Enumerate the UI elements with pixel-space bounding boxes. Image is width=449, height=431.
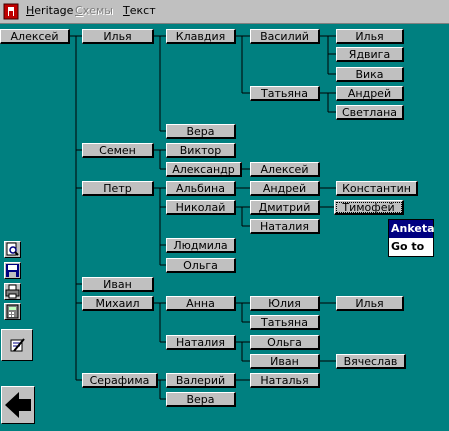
person-node[interactable]: Вика <box>336 67 404 82</box>
back-arrow-icon <box>5 392 31 418</box>
person-node[interactable]: Ольга <box>166 258 236 273</box>
menu-bar: Heritage Схемы Текст <box>0 0 449 24</box>
person-node[interactable]: Наталия <box>250 219 320 234</box>
person-node[interactable]: Илья <box>82 29 154 44</box>
person-node[interactable]: Клавдия <box>166 29 236 44</box>
person-node[interactable]: Светлана <box>336 105 404 120</box>
person-node[interactable]: Анна <box>166 296 236 311</box>
person-node[interactable]: Василий <box>250 29 320 44</box>
menu-item-anketa[interactable]: Anketa <box>389 220 435 238</box>
person-node[interactable]: Валерий <box>166 373 236 388</box>
edit-icon <box>10 338 25 352</box>
person-node[interactable]: Ядвига <box>336 47 404 62</box>
person-node[interactable]: Андрей <box>336 86 404 101</box>
calculator-button[interactable] <box>4 303 21 320</box>
person-node[interactable]: Иван <box>82 277 154 292</box>
edit-button[interactable] <box>1 329 33 361</box>
person-node[interactable]: Илья <box>336 296 404 311</box>
back-button[interactable] <box>1 386 35 424</box>
person-node[interactable]: Илья <box>336 29 404 44</box>
person-node[interactable]: Дмитрий <box>250 200 320 215</box>
person-node[interactable]: Алексей <box>0 29 70 44</box>
person-node[interactable]: Вячеслав <box>336 354 406 369</box>
person-node[interactable]: Вера <box>166 392 236 407</box>
print-icon <box>5 284 20 299</box>
save-button[interactable] <box>4 262 21 279</box>
person-node[interactable]: Андрей <box>250 181 320 196</box>
print-button[interactable] <box>4 283 21 300</box>
person-node[interactable]: Петр <box>82 181 154 196</box>
app-icon[interactable] <box>3 3 19 20</box>
menu-heritage[interactable]: Heritage <box>26 4 73 17</box>
calculator-icon <box>6 304 19 319</box>
preview-icon <box>6 242 19 256</box>
person-node[interactable]: Наталья <box>250 373 320 388</box>
person-node[interactable]: Вера <box>166 124 236 139</box>
person-node[interactable]: Алексей <box>250 162 320 177</box>
person-node[interactable]: Татьяна <box>250 315 320 330</box>
person-node[interactable]: Иван <box>250 354 320 369</box>
person-node[interactable]: Михаил <box>82 296 154 311</box>
preview-button[interactable] <box>4 241 21 258</box>
menu-schemes[interactable]: Схемы <box>75 4 113 17</box>
person-node[interactable]: Николай <box>166 200 236 215</box>
context-menu: Anketa Go to <box>388 219 435 257</box>
person-node[interactable]: Константин <box>336 181 418 196</box>
person-node[interactable]: Александр <box>166 162 242 177</box>
person-node[interactable]: Наталия <box>166 335 236 350</box>
person-node[interactable]: Серафима <box>82 373 158 388</box>
person-node[interactable]: Семен <box>82 143 154 158</box>
save-icon <box>6 264 19 277</box>
person-node[interactable]: Татьяна <box>250 86 320 101</box>
person-node[interactable]: Ольга <box>250 335 320 350</box>
menu-text[interactable]: Текст <box>123 4 156 17</box>
person-node[interactable]: Виктор <box>166 143 236 158</box>
menu-item-goto[interactable]: Go to <box>389 238 433 256</box>
person-node-selected[interactable]: Тимофей <box>334 200 404 215</box>
person-node[interactable]: Альбина <box>166 181 236 196</box>
person-node[interactable]: Юлия <box>250 296 320 311</box>
person-node[interactable]: Людмила <box>166 238 236 253</box>
